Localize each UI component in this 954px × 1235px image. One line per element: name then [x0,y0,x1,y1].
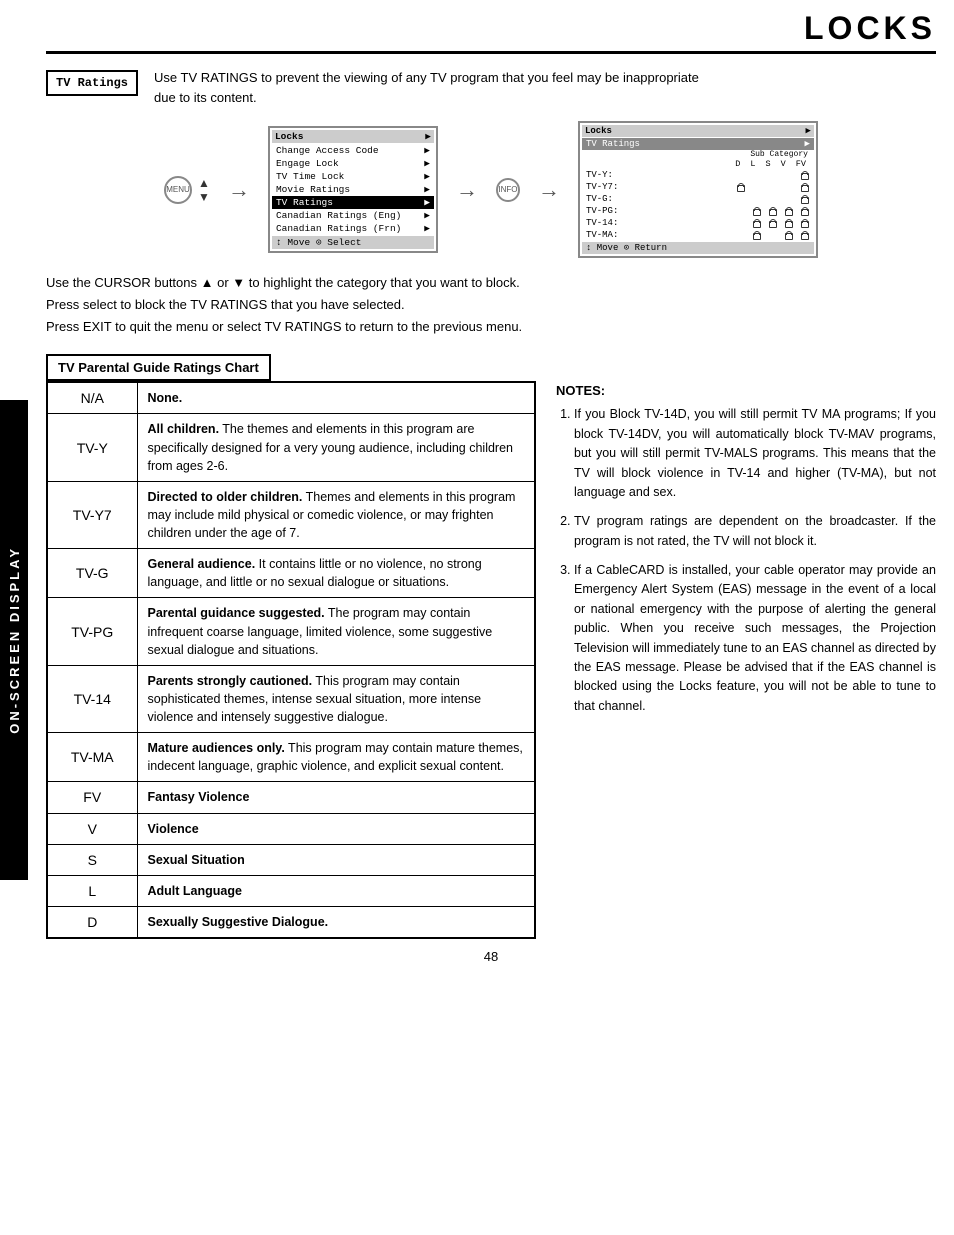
list-item: If you Block TV-14D, you will still perm… [574,405,936,502]
arrow-right-2-icon: → [456,177,478,203]
table-row: VViolence [47,813,535,844]
table-row: LAdult Language [47,875,535,906]
menu-item-canadian-eng: Canadian Ratings (Eng)▶ [272,209,434,222]
subcat-header: Sub Category [582,150,814,159]
rating-row-tvpg: TV-PG: [582,205,814,217]
table-row: N/ANone. [47,382,535,414]
diagram-row: MENU ▲ ▼ → Locks ▶ Change Access Code▶ E… [46,121,936,258]
rating-row-tvy: TV-Y: [582,169,814,181]
table-row: TV-PGParental guidance suggested. The pr… [47,598,535,665]
rating-description: All children. The themes and elements in… [137,414,535,481]
table-row: TV-MAMature audiences only. This program… [47,733,535,782]
rating-description: None. [137,382,535,414]
table-row: TV-Y7Directed to older children. Themes … [47,481,535,548]
sidebar-label: ON-SCREEN DISPLAY [0,400,28,880]
up-arrow-icon: ▲ [198,176,210,190]
rating-code: FV [47,782,137,813]
rating-description: Sexual Situation [137,844,535,875]
ratings-table: N/ANone.TV-YAll children. The themes and… [46,381,536,939]
rating-code: TV-Y [47,414,137,481]
tv-ratings-description: Use TV RATINGS to prevent the viewing of… [154,68,699,107]
col-headers: D L S V FV [582,159,814,169]
locks-menu-screen: Locks ▶ Change Access Code▶ Engage Lock▶… [268,126,438,253]
chart-header: TV Parental Guide Ratings Chart [46,354,271,381]
table-row: SSexual Situation [47,844,535,875]
rating-description: Adult Language [137,875,535,906]
lock-icon-14-l [768,219,776,228]
table-row: DSexually Suggestive Dialogue. [47,906,535,938]
tv-ratings-screen-title: Locks ▶ [582,125,814,137]
rating-description: Fantasy Violence [137,782,535,813]
lock-icon-pg-s [784,207,792,216]
lock-icon-ma-s [784,231,792,240]
rating-code: L [47,875,137,906]
rating-row-tv14: TV-14: [582,217,814,229]
lock-icon-ma-v [800,231,808,240]
tv-ratings-screen: Locks ▶ TV Ratings ▶ Sub Category D L S … [578,121,818,258]
lock-icon-14-v [800,219,808,228]
rating-code: N/A [47,382,137,414]
down-arrow-icon: ▼ [198,190,210,204]
menu-item-tvtime: TV Time Lock▶ [272,170,434,183]
tv-ratings-subtitle: TV Ratings ▶ [582,138,814,150]
lock-icon-pg-v [800,207,808,216]
list-item: If a CableCARD is installed, your cable … [574,561,936,716]
rating-code: TV-Y7 [47,481,137,548]
table-row: TV-GGeneral audience. It contains little… [47,549,535,598]
main-content: N/ANone.TV-YAll children. The themes and… [46,381,936,939]
menu-item-change-access: Change Access Code▶ [272,144,434,157]
menu-icon: MENU [164,176,192,204]
rating-code: S [47,844,137,875]
menu-item-engage: Engage Lock▶ [272,157,434,170]
menu-item-tv-ratings: TV Ratings▶ [272,196,434,209]
select-button-icon: INFO [496,178,520,202]
rating-row-tvy7: TV-Y7: [582,181,814,193]
rating-row-tvg: TV-G: [582,193,814,205]
tv-ratings-box: TV Ratings [46,70,138,96]
rating-description: General audience. It contains little or … [137,549,535,598]
menu-item-canadian-frn: Canadian Ratings (Frn)▶ [272,222,434,235]
lock-icon-ma-d [752,231,760,240]
notes-list: If you Block TV-14D, you will still perm… [556,405,936,716]
arrow-right-icon: → [228,177,250,203]
page-number: 48 [46,949,936,964]
lock-icon-pg-l [768,207,776,216]
menu-item-movie: Movie Ratings▶ [272,183,434,196]
rating-code: TV-MA [47,733,137,782]
rating-description: Parents strongly cautioned. This program… [137,665,535,732]
rating-code: D [47,906,137,938]
rating-description: Directed to older children. Themes and e… [137,481,535,548]
rating-code: TV-PG [47,598,137,665]
notes-section: NOTES: If you Block TV-14D, you will sti… [556,381,936,726]
lock-icon-g [800,195,808,204]
tv-ratings-screen-footer: ↕ Move ⊙ Return [582,242,814,254]
rating-code: TV-14 [47,665,137,732]
info-text: Use the CURSOR buttons ▲ or ▼ to highlig… [46,272,936,338]
menu-nav: MENU ▲ ▼ [164,176,210,204]
tv-ratings-section: TV Ratings Use TV RATINGS to prevent the… [46,68,936,107]
rating-code: TV-G [47,549,137,598]
lock-icon [800,171,808,180]
rating-description: Parental guidance suggested. The program… [137,598,535,665]
screen-title-bar: Locks ▶ [272,130,434,143]
rating-row-tvma: TV-MA: [582,229,814,241]
table-row: FVFantasy Violence [47,782,535,813]
notes-title: NOTES: [556,381,936,401]
lock-icon-pg-d [752,207,760,216]
rating-description: Mature audiences only. This program may … [137,733,535,782]
screen-footer: ↕ Move ⊙ Select [272,236,434,249]
rating-code: V [47,813,137,844]
table-row: TV-YAll children. The themes and element… [47,414,535,481]
table-row: TV-14Parents strongly cautioned. This pr… [47,665,535,732]
page-title: LOCKS [46,10,936,54]
arrow-right-3-icon: → [538,177,560,203]
list-item: TV program ratings are dependent on the … [574,512,936,551]
lock-icon-y7 [736,183,744,192]
rating-description: Violence [137,813,535,844]
lock-icon-14-d [752,219,760,228]
nav-cluster: ▲ ▼ [198,176,210,204]
lock-icon-14-s [784,219,792,228]
lock-icon-y7-fv [800,183,808,192]
rating-description: Sexually Suggestive Dialogue. [137,906,535,938]
